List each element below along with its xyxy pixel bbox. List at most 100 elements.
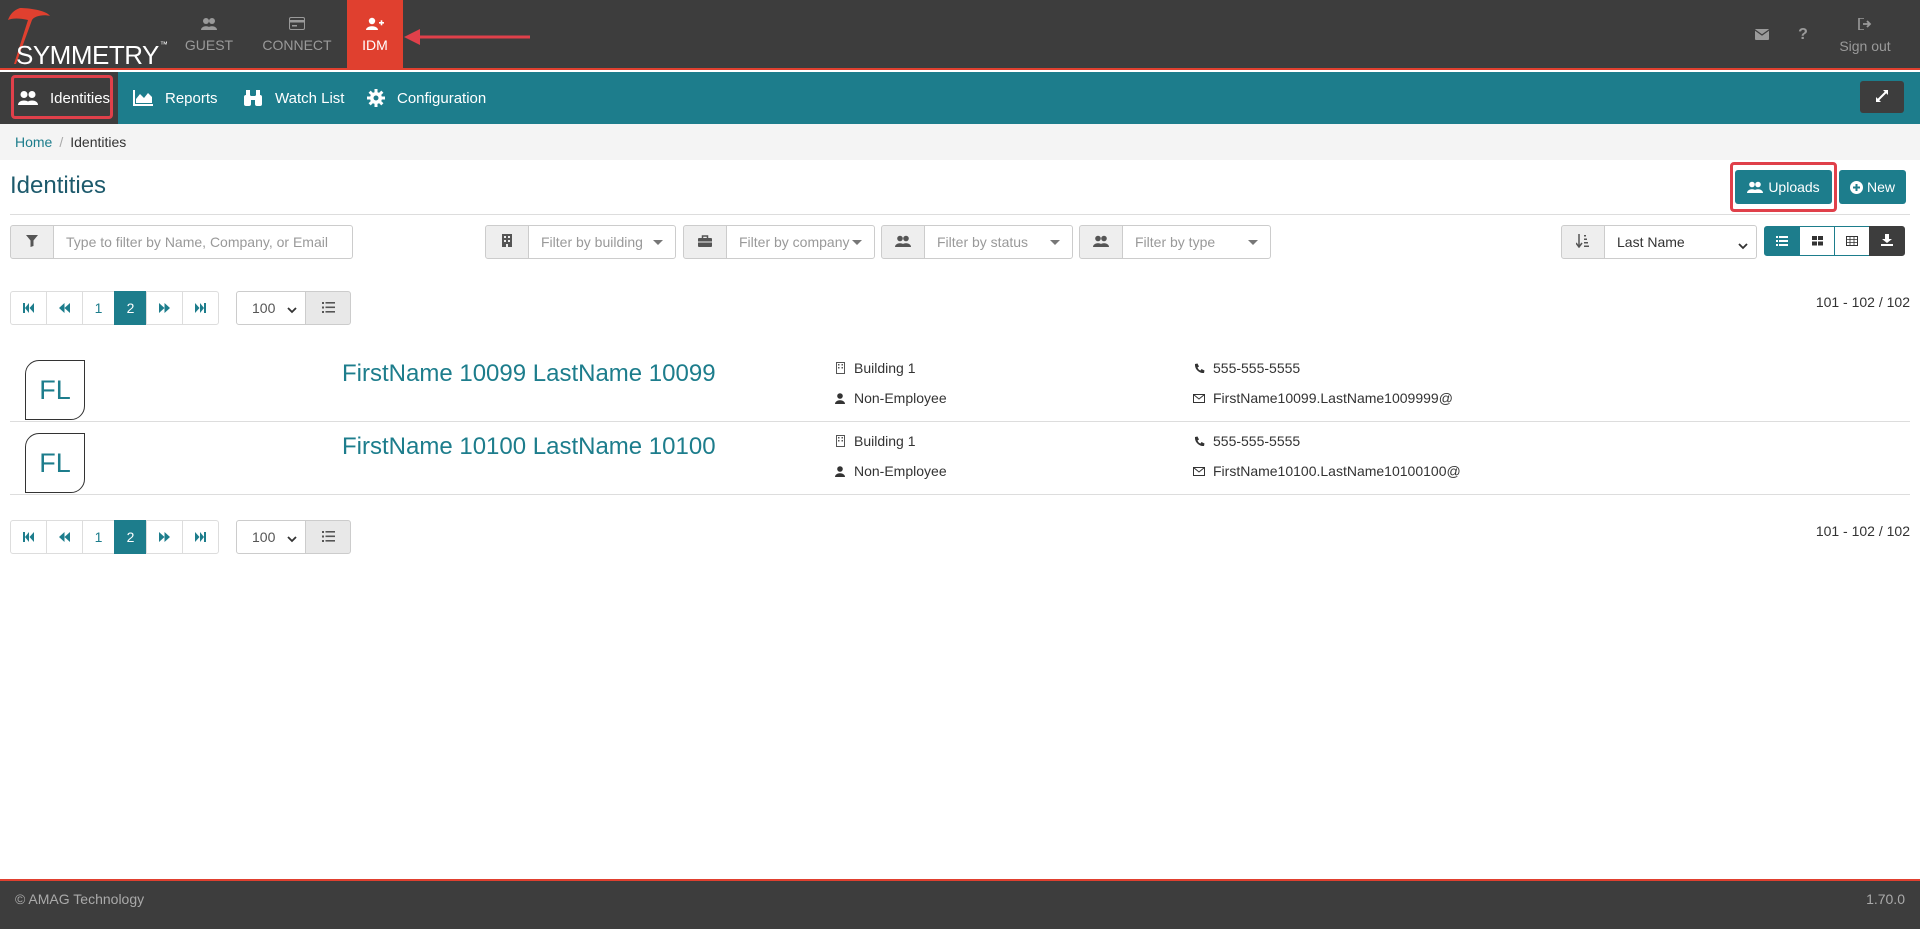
expand-icon [1875,89,1889,106]
fullscreen-button[interactable] [1860,81,1904,113]
sort-select[interactable]: Last Name [1604,225,1757,259]
app-tab-guest[interactable]: GUEST [176,0,242,70]
phone-icon [1193,436,1205,447]
symmetry-logo[interactable]: SYMMETRY™ [6,6,168,70]
user-plus-icon [366,17,384,33]
results-count-top: 101 - 102 / 102 [1815,294,1910,310]
forward-icon [159,300,170,316]
table-view-button[interactable] [1834,226,1870,256]
step-forward-icon [195,529,206,545]
step-forward-icon [195,300,206,316]
pagination-bottom: 1 2 [10,520,219,554]
gear-icon [367,89,385,107]
page-button[interactable]: 1 [82,520,115,554]
app-tab-label: IDM [362,37,388,53]
status-filter-select[interactable]: Filter by status [924,225,1073,259]
table-icon [1846,233,1858,249]
logo-text: SYMMETRY [16,40,159,70]
filter-addon [10,225,54,259]
list-ol-icon [321,529,335,545]
messages-button[interactable] [1750,0,1774,70]
first-page-button[interactable] [10,291,47,325]
status-filter-placeholder: Filter by status [937,234,1029,250]
user-icon [834,392,846,404]
page-button-current[interactable]: 2 [114,520,147,554]
th-large-icon [1811,233,1823,249]
new-button[interactable]: New [1839,170,1906,204]
chevron-down-icon [287,530,297,546]
grid-view-button[interactable] [1799,226,1835,256]
identity-row[interactable]: FL FirstName 10099 LastName 10099 Buildi… [10,349,1910,422]
first-page-button[interactable] [10,520,47,554]
secondary-nav: Identities Reports Watch List Configurat… [0,72,1920,124]
building-addon [485,225,529,259]
app-tab-idm[interactable]: IDM [347,0,403,70]
building-icon [834,362,846,374]
card-icon [289,17,305,33]
briefcase-icon [698,234,712,250]
identity-name-link[interactable]: FirstName 10100 LastName 10100 [342,433,716,461]
identity-building: Building 1 [834,360,916,376]
caret-down-icon [653,240,663,245]
filter-icon [26,234,38,250]
nav-item-configuration[interactable]: Configuration [367,72,486,124]
backward-icon [59,529,70,545]
building-filter-placeholder: Filter by building [541,234,643,250]
annotation-highlight-identities [11,75,113,119]
list-view-button[interactable] [1764,226,1800,256]
identity-type: Non-Employee [834,390,947,406]
prev-page-button[interactable] [46,520,83,554]
step-backward-icon [23,529,34,545]
building-value: Building 1 [854,360,916,376]
nav-item-reports[interactable]: Reports [133,72,218,124]
download-button[interactable] [1869,226,1905,256]
breadcrumb-home[interactable]: Home [15,134,52,150]
next-page-button[interactable] [146,520,183,554]
page-button[interactable]: 1 [82,291,115,325]
sign-out-label: Sign out [1839,37,1891,54]
caret-down-icon [852,240,862,245]
building-icon [502,234,512,250]
sign-out-button[interactable]: Sign out [1832,0,1898,70]
page-size-select[interactable]: 100 [236,291,306,325]
page-button-current[interactable]: 2 [114,291,147,325]
app-tab-label: GUEST [184,37,234,53]
avatar: FL [25,433,85,493]
header-divider [10,214,1910,215]
envelope-icon [1193,466,1205,476]
list-options-button[interactable] [305,291,351,325]
forward-icon [159,529,170,545]
building-filter-select[interactable]: Filter by building [528,225,676,259]
building-icon [834,435,846,447]
email-value: FirstName10099.LastName1009999@ [1213,390,1453,406]
nav-item-watch-list[interactable]: Watch List [243,72,344,124]
prev-page-button[interactable] [46,291,83,325]
company-filter-select[interactable]: Filter by company [726,225,875,259]
question-icon: ? [1798,26,1808,43]
list-ol-icon [321,300,335,316]
annotation-highlight-uploads [1730,162,1837,212]
sign-out-icon [1858,16,1872,33]
help-button[interactable]: ? [1793,0,1813,70]
identity-email: FirstName10100.LastName10100100@ [1193,463,1461,479]
breadcrumb-current: Identities [70,134,127,150]
chevron-down-icon [1738,237,1748,253]
next-page-button[interactable] [146,291,183,325]
identity-row[interactable]: FL FirstName 10100 LastName 10100 Buildi… [10,422,1910,495]
list-options-button[interactable] [305,520,351,554]
phone-icon [1193,363,1205,374]
users-icon [201,17,217,33]
envelope-icon [1754,27,1770,43]
pagination-top: 1 2 [10,291,219,325]
identity-name-link[interactable]: FirstName 10099 LastName 10099 [342,360,716,388]
annotation-arrow [404,29,530,45]
page-size-select[interactable]: 100 [236,520,306,554]
company-filter-placeholder: Filter by company [739,234,850,250]
company-addon [683,225,727,259]
results-count-bottom: 101 - 102 / 102 [1815,523,1910,539]
last-page-button[interactable] [182,291,219,325]
search-input[interactable]: Type to filter by Name, Company, or Emai… [53,225,353,259]
app-tab-connect[interactable]: CONNECT [256,0,338,70]
type-filter-select[interactable]: Filter by type [1122,225,1271,259]
last-page-button[interactable] [182,520,219,554]
